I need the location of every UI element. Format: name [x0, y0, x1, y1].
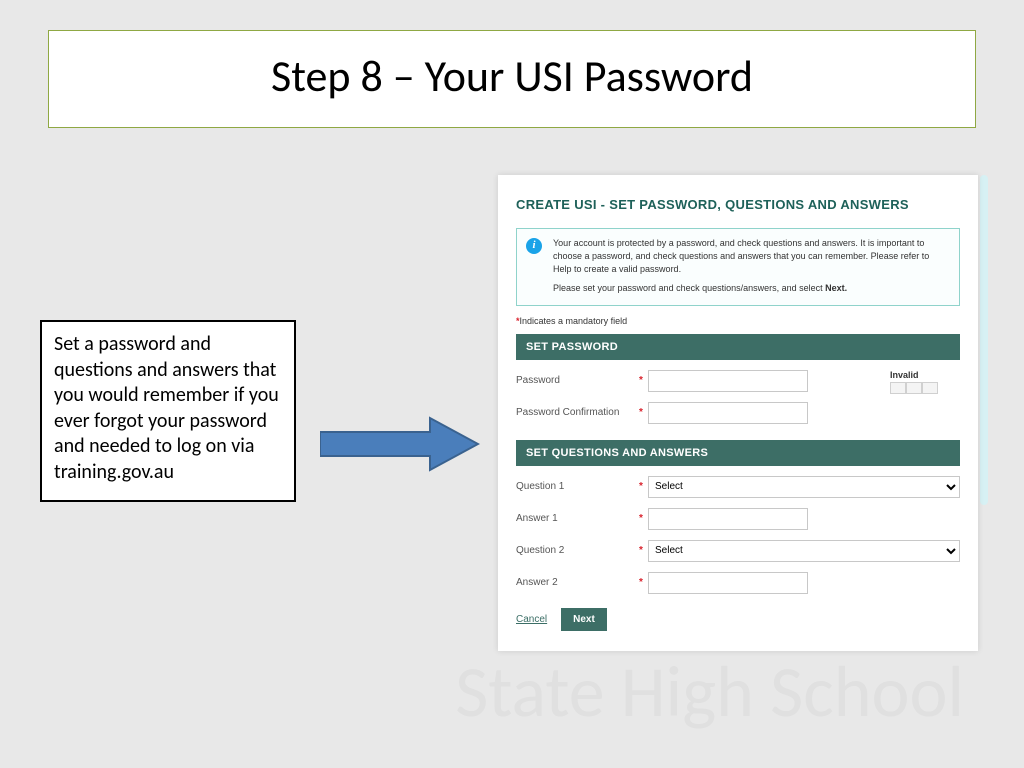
info-text-1: Your account is protected by a password,…: [553, 237, 949, 276]
label-password: Password: [516, 375, 634, 386]
password-strength-invalid: Invalid: [890, 370, 938, 394]
cancel-link[interactable]: Cancel: [516, 614, 547, 625]
info-text-2: Please set your password and check quest…: [553, 282, 949, 295]
slide-title-box: Step 8 – Your USI Password: [48, 30, 976, 128]
question-2-select[interactable]: Select: [648, 540, 960, 562]
scroll-indicator: [980, 175, 988, 505]
required-icon: *: [634, 545, 648, 556]
password-confirm-input[interactable]: [648, 402, 808, 424]
password-input[interactable]: [648, 370, 808, 392]
instruction-text: Set a password and questions and answers…: [40, 320, 296, 502]
info-callout: i Your account is protected by a passwor…: [516, 228, 960, 306]
answer-1-input[interactable]: [648, 508, 808, 530]
arrow-icon: [320, 414, 480, 474]
answer-2-input[interactable]: [648, 572, 808, 594]
section-set-questions: SET QUESTIONS AND ANSWERS: [516, 440, 960, 466]
label-question-2: Question 2: [516, 545, 634, 556]
usi-form-panel: CREATE USI - SET PASSWORD, QUESTIONS AND…: [498, 175, 978, 651]
label-question-1: Question 1: [516, 481, 634, 492]
label-password-confirm: Password Confirmation: [516, 407, 634, 418]
slide-title: Step 8 – Your USI Password: [69, 49, 955, 103]
required-icon: *: [634, 577, 648, 588]
label-answer-2: Answer 2: [516, 577, 634, 588]
required-icon: *: [634, 375, 648, 386]
next-button[interactable]: Next: [561, 608, 607, 631]
required-icon: *: [634, 407, 648, 418]
question-1-select[interactable]: Select: [648, 476, 960, 498]
label-answer-1: Answer 1: [516, 513, 634, 524]
required-icon: *: [634, 513, 648, 524]
section-set-password: SET PASSWORD: [516, 334, 960, 360]
form-heading: CREATE USI - SET PASSWORD, QUESTIONS AND…: [516, 193, 960, 218]
required-icon: *: [634, 481, 648, 492]
mandatory-note: *Indicates a mandatory field: [516, 316, 960, 326]
info-icon: i: [526, 238, 542, 254]
